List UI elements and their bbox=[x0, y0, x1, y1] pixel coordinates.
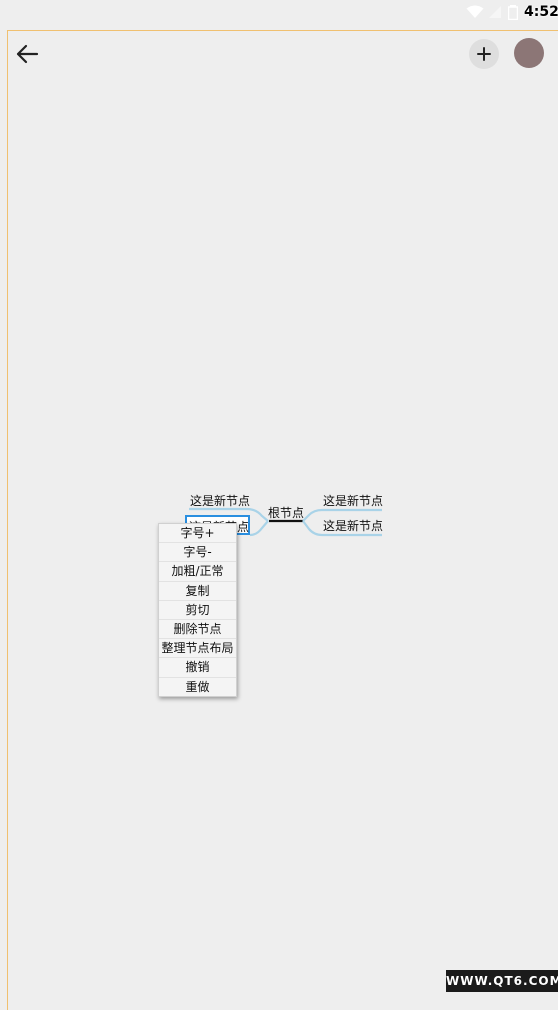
menu-item-arrange-layout[interactable]: 整理节点布局 bbox=[159, 639, 236, 659]
status-time: 4:52 bbox=[524, 4, 558, 20]
back-button[interactable] bbox=[12, 38, 44, 70]
menu-item-undo[interactable]: 撤销 bbox=[159, 658, 236, 678]
menu-item-bold-toggle[interactable]: 加粗/正常 bbox=[159, 562, 236, 582]
status-bar: 4:52 bbox=[0, 0, 558, 26]
battery-icon bbox=[508, 5, 518, 20]
arrow-left-icon bbox=[16, 44, 39, 64]
menu-item-redo[interactable]: 重做 bbox=[159, 678, 236, 696]
menu-item-font-increase[interactable]: 字号+ bbox=[159, 524, 236, 544]
watermark: WWW.QT6.COM bbox=[446, 970, 558, 992]
mindmap-node-right-1[interactable]: 这是新节点 bbox=[323, 492, 383, 509]
mindmap-root-node[interactable]: 根节点 bbox=[268, 504, 304, 521]
plus-icon bbox=[477, 47, 491, 61]
add-node-button[interactable] bbox=[469, 39, 499, 69]
mindmap-node-right-2[interactable]: 这是新节点 bbox=[323, 517, 383, 534]
signal-icon bbox=[489, 6, 501, 18]
avatar[interactable] bbox=[514, 38, 544, 68]
menu-item-copy[interactable]: 复制 bbox=[159, 582, 236, 601]
menu-item-font-decrease[interactable]: 字号- bbox=[159, 543, 236, 563]
wifi-icon bbox=[466, 5, 484, 18]
menu-item-delete-node[interactable]: 删除节点 bbox=[159, 620, 236, 640]
mindmap-node-left-1[interactable]: 这是新节点 bbox=[190, 492, 250, 509]
node-context-menu: 字号+ 字号- 加粗/正常 复制 剪切 删除节点 整理节点布局 撤销 重做 bbox=[158, 523, 237, 697]
menu-item-cut[interactable]: 剪切 bbox=[159, 601, 236, 620]
